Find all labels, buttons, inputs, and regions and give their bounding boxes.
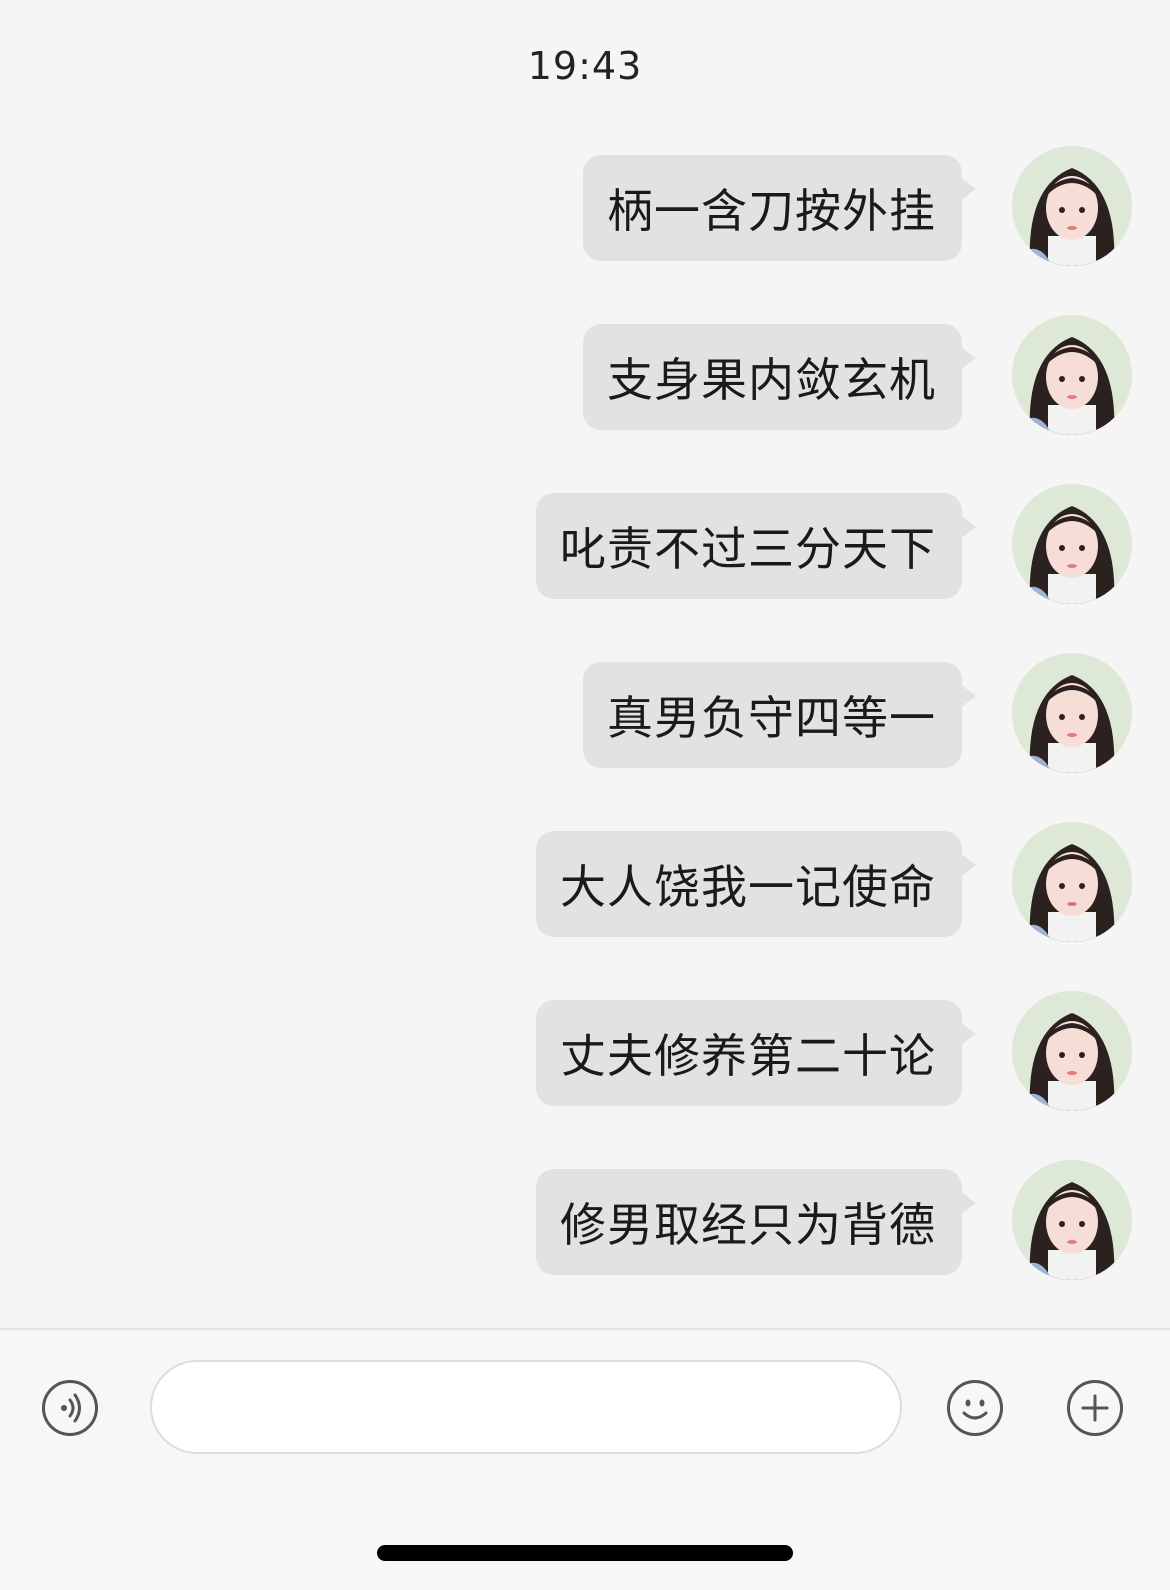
bubble-tail	[960, 1022, 976, 1046]
message-row: 丈夫修养第二十论	[0, 991, 1170, 1111]
avatar[interactable]	[1012, 146, 1132, 266]
message-row: 叱责不过三分天下	[0, 484, 1170, 604]
chat-timestamp: 19:43	[527, 44, 643, 88]
avatar[interactable]	[1012, 484, 1132, 604]
message-text: 修男取经只为背德	[560, 1198, 936, 1252]
message-text: 丈夫修养第二十论	[560, 1029, 936, 1083]
message-bubble[interactable]: 修男取经只为背德	[536, 1169, 976, 1275]
bubble-tail	[960, 853, 976, 877]
message-bubble[interactable]: 柄一含刀按外挂	[583, 155, 976, 261]
message-input[interactable]	[150, 1360, 902, 1454]
message-text: 叱责不过三分天下	[560, 522, 936, 576]
emoji-button[interactable]	[947, 1380, 1003, 1436]
message-row: 修男取经只为背德	[0, 1160, 1170, 1280]
bubble-tail	[960, 515, 976, 539]
bubble-tail	[960, 177, 976, 201]
bubble-tail	[960, 684, 976, 708]
message-row: 大人饶我一记使命	[0, 822, 1170, 942]
message-bubble[interactable]: 大人饶我一记使命	[536, 831, 976, 937]
message-row: 支身果内敛玄机	[0, 315, 1170, 435]
voice-icon	[61, 1393, 81, 1423]
message-text: 支身果内敛玄机	[607, 353, 936, 407]
message-row: 真男负守四等一	[0, 653, 1170, 773]
smiley-icon	[962, 1399, 988, 1420]
avatar[interactable]	[1012, 653, 1132, 773]
message-bubble[interactable]: 真男负守四等一	[583, 662, 976, 768]
avatar[interactable]	[1012, 1160, 1132, 1280]
message-bubble[interactable]: 丈夫修养第二十论	[536, 1000, 976, 1106]
message-text: 大人饶我一记使命	[560, 860, 936, 914]
voice-button[interactable]	[42, 1380, 98, 1436]
message-text: 柄一含刀按外挂	[607, 184, 936, 238]
avatar[interactable]	[1012, 822, 1132, 942]
message-text: 真男负守四等一	[607, 691, 936, 745]
message-row: 柄一含刀按外挂	[0, 146, 1170, 266]
plus-button[interactable]	[1067, 1380, 1123, 1436]
bubble-tail	[960, 1191, 976, 1215]
plus-icon	[1081, 1394, 1109, 1422]
message-bubble[interactable]: 支身果内敛玄机	[583, 324, 976, 430]
bubble-tail	[960, 346, 976, 370]
avatar[interactable]	[1012, 991, 1132, 1111]
message-bubble[interactable]: 叱责不过三分天下	[536, 493, 976, 599]
home-indicator[interactable]	[377, 1545, 793, 1561]
avatar[interactable]	[1012, 315, 1132, 435]
